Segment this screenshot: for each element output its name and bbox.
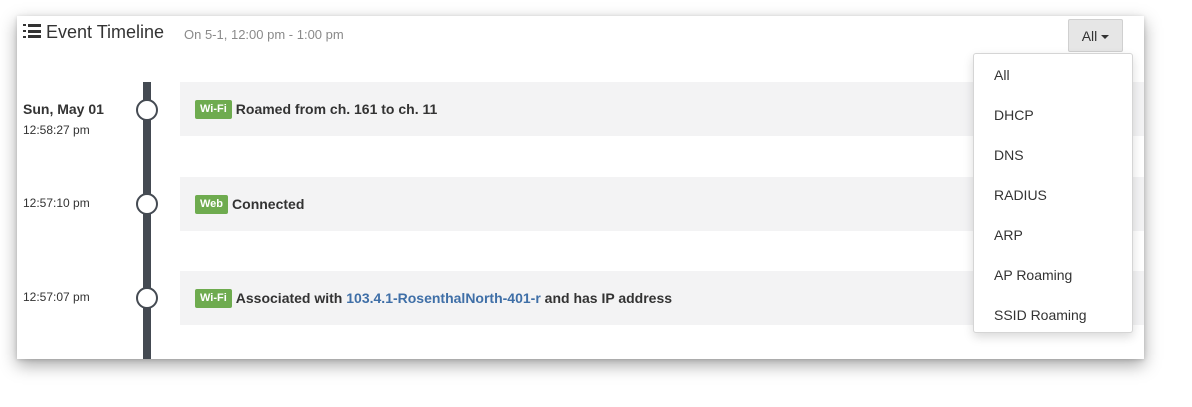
dropdown-item-dns[interactable]: DNS bbox=[994, 146, 1024, 164]
event-type-badge: Wi-Fi bbox=[195, 288, 232, 308]
timeline-date: Sun, May 01 bbox=[23, 101, 104, 117]
time-range-subtitle: On 5-1, 12:00 pm - 1:00 pm bbox=[184, 27, 344, 42]
timeline-node bbox=[136, 193, 158, 215]
dropdown-item-ap-roaming[interactable]: AP Roaming bbox=[994, 266, 1072, 284]
event-filter-button[interactable]: All bbox=[1068, 19, 1123, 52]
numbered-list-icon bbox=[23, 24, 41, 38]
event-time: 12:57:10 pm bbox=[23, 196, 90, 210]
event-type-badge: Web bbox=[195, 194, 229, 214]
access-point-link[interactable]: 103.4.1-RosenthalNorth-401-r bbox=[346, 290, 541, 306]
event-time: 12:57:07 pm bbox=[23, 290, 90, 304]
timeline-node bbox=[136, 287, 158, 309]
dropdown-item-dhcp[interactable]: DHCP bbox=[994, 106, 1034, 124]
dropdown-item-arp[interactable]: ARP bbox=[994, 226, 1023, 244]
dropdown-item-all[interactable]: All bbox=[994, 66, 1010, 84]
filter-dropdown-menu: All DHCP DNS RADIUS ARP AP Roaming SSID … bbox=[973, 53, 1133, 333]
event-text-after: and has IP address bbox=[544, 290, 673, 306]
event-text: Roamed from ch. 161 to ch. 11 bbox=[235, 101, 438, 117]
event-text: Connected bbox=[232, 196, 305, 212]
event-text-before: Associated with bbox=[235, 290, 343, 306]
event-type-badge: Wi-Fi bbox=[195, 99, 232, 119]
event-time: 12:58:27 pm bbox=[23, 123, 90, 137]
timeline-line bbox=[143, 82, 151, 359]
filter-button-label: All bbox=[1081, 27, 1098, 44]
event-text: Associated with 103.4.1-RosenthalNorth-4… bbox=[236, 290, 672, 306]
dropdown-item-ssid-roaming[interactable]: SSID Roaming bbox=[994, 306, 1087, 324]
dropdown-item-radius[interactable]: RADIUS bbox=[994, 186, 1047, 204]
timeline-node bbox=[136, 99, 158, 121]
caret-down-icon bbox=[1101, 34, 1110, 39]
page-title: Event Timeline bbox=[46, 22, 165, 42]
